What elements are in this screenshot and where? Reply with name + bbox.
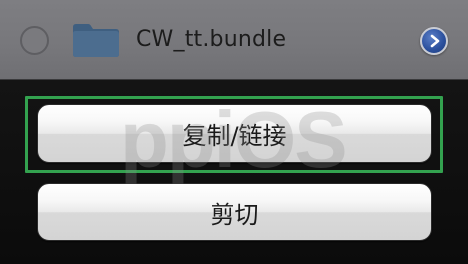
select-circle[interactable]: [20, 26, 49, 55]
cut-label: 剪切: [210, 200, 259, 229]
file-row[interactable]: CW_tt.bundle: [0, 0, 468, 80]
chevron-right-icon: [430, 34, 440, 48]
copy-link-label: 复制/链接: [182, 122, 287, 150]
cut-button[interactable]: 剪切: [37, 183, 432, 241]
copy-link-button[interactable]: 复制/链接: [37, 104, 432, 163]
file-name: CW_tt.bundle: [136, 27, 287, 52]
folder-icon: [73, 24, 119, 57]
detail-disclosure-button[interactable]: [420, 27, 448, 55]
